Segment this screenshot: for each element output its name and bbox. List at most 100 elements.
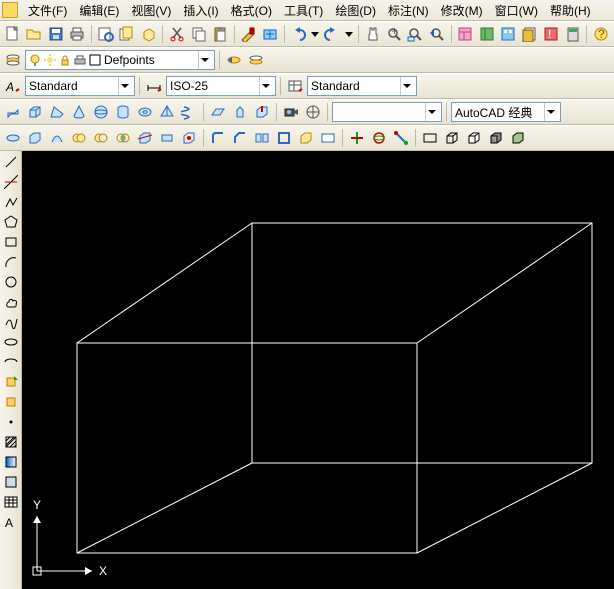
subtract-button[interactable] <box>91 128 111 148</box>
cone-button[interactable] <box>69 102 89 122</box>
fillet-edge-button[interactable] <box>208 128 228 148</box>
print-button[interactable] <box>67 24 86 44</box>
walk-button[interactable] <box>303 102 323 122</box>
separate-button[interactable] <box>252 128 272 148</box>
text-style-button[interactable]: A <box>3 76 23 96</box>
mtext-button[interactable]: A <box>2 513 20 531</box>
shell-button[interactable] <box>274 128 294 148</box>
menu-window[interactable]: 窗口(W) <box>489 0 544 21</box>
polygon-button[interactable] <box>2 213 20 231</box>
3dmove-button[interactable] <box>347 128 367 148</box>
torus-button[interactable] <box>135 102 155 122</box>
properties-button[interactable] <box>456 24 475 44</box>
imprint-button[interactable] <box>179 128 199 148</box>
menu-insert[interactable]: 插入(I) <box>177 0 224 21</box>
visual-style-realistic-button[interactable] <box>486 128 506 148</box>
command-selector[interactable] <box>332 102 442 122</box>
extrude-button[interactable] <box>230 102 250 122</box>
menu-help[interactable]: 帮助(H) <box>544 0 597 21</box>
match-props-button[interactable] <box>239 24 258 44</box>
dim-style-button[interactable] <box>144 76 164 96</box>
rectangle-button[interactable] <box>2 233 20 251</box>
visual-style-conceptual-button[interactable] <box>508 128 528 148</box>
cut-button[interactable] <box>167 24 186 44</box>
layer-selector[interactable]: Defpoints <box>25 50 215 70</box>
wedge-button[interactable] <box>47 102 67 122</box>
polyline-button[interactable] <box>2 193 20 211</box>
hatch-button[interactable] <box>2 433 20 451</box>
menu-edit[interactable]: 编辑(E) <box>73 0 125 21</box>
cylinder-button[interactable] <box>113 102 133 122</box>
3dprint-button[interactable] <box>139 24 158 44</box>
table-button[interactable] <box>2 493 20 511</box>
zoom-previous-button[interactable] <box>427 24 446 44</box>
slice-button[interactable] <box>135 128 155 148</box>
workspace-selector[interactable]: AutoCAD 经典 <box>451 102 561 122</box>
visual-style-wireframe-button[interactable] <box>442 128 462 148</box>
line-button[interactable] <box>2 153 20 171</box>
3dalign-button[interactable] <box>391 128 411 148</box>
layer-states-button[interactable] <box>246 50 266 70</box>
insert-block-button[interactable] <box>2 373 20 391</box>
menu-file[interactable]: 文件(F) <box>22 0 73 21</box>
menu-format[interactable]: 格式(O) <box>225 0 278 21</box>
menu-modify[interactable]: 修改(M) <box>435 0 489 21</box>
zoom-window-button[interactable] <box>406 24 425 44</box>
drawing-canvas[interactable]: X Y <box>22 151 614 589</box>
arc-button[interactable] <box>2 253 20 271</box>
chamfer-edge-button[interactable] <box>230 128 250 148</box>
pyramid-button[interactable] <box>157 102 177 122</box>
revcloud-button[interactable] <box>2 293 20 311</box>
redo-button[interactable] <box>322 24 341 44</box>
save-button[interactable] <box>46 24 65 44</box>
ellipse-button[interactable] <box>2 333 20 351</box>
point-button[interactable] <box>2 413 20 431</box>
circle-button[interactable] <box>2 273 20 291</box>
redo-drop-button[interactable] <box>344 24 354 44</box>
layer-manager-button[interactable] <box>3 50 23 70</box>
intersect-button[interactable] <box>113 128 133 148</box>
thicken-button[interactable] <box>157 128 177 148</box>
camera-button[interactable] <box>281 102 301 122</box>
visual-style-2d-button[interactable] <box>420 128 440 148</box>
menu-dimension[interactable]: 标注(N) <box>382 0 435 21</box>
ellipse-arc-button[interactable] <box>2 353 20 371</box>
spline-button[interactable] <box>2 313 20 331</box>
table-style-selector[interactable]: Standard <box>307 76 417 96</box>
publish-button[interactable] <box>117 24 136 44</box>
region-button[interactable] <box>2 473 20 491</box>
planar-surface-button[interactable] <box>208 102 228 122</box>
xline-button[interactable] <box>2 173 20 191</box>
sweep-button[interactable] <box>25 128 45 148</box>
presspull-button[interactable] <box>252 102 272 122</box>
3drotate-button[interactable] <box>369 128 389 148</box>
visual-style-hidden-button[interactable] <box>464 128 484 148</box>
flatshot-button[interactable] <box>318 128 338 148</box>
pan-button[interactable] <box>363 24 382 44</box>
make-block-button[interactable] <box>2 393 20 411</box>
menu-tools[interactable]: 工具(T) <box>278 0 329 21</box>
new-button[interactable] <box>3 24 22 44</box>
plot-preview-button[interactable] <box>96 24 115 44</box>
sheet-set-button[interactable] <box>520 24 539 44</box>
undo-drop-button[interactable] <box>310 24 320 44</box>
calc-button[interactable] <box>563 24 582 44</box>
helix-button[interactable] <box>179 102 199 122</box>
revolve-button[interactable] <box>3 128 23 148</box>
polysolid-button[interactable] <box>3 102 23 122</box>
design-center-button[interactable] <box>477 24 496 44</box>
layer-previous-button[interactable] <box>224 50 244 70</box>
undo-button[interactable] <box>289 24 308 44</box>
block-editor-button[interactable] <box>260 24 279 44</box>
section-button[interactable] <box>296 128 316 148</box>
help-button[interactable]: ? <box>591 24 610 44</box>
markup-button[interactable]: ! <box>541 24 560 44</box>
union-button[interactable] <box>69 128 89 148</box>
tool-palettes-button[interactable] <box>499 24 518 44</box>
table-style-button[interactable] <box>285 76 305 96</box>
gradient-button[interactable] <box>2 453 20 471</box>
sphere-button[interactable] <box>91 102 111 122</box>
menu-view[interactable]: 视图(V) <box>125 0 177 21</box>
box-button[interactable] <box>25 102 45 122</box>
menu-draw[interactable]: 绘图(D) <box>329 0 382 21</box>
